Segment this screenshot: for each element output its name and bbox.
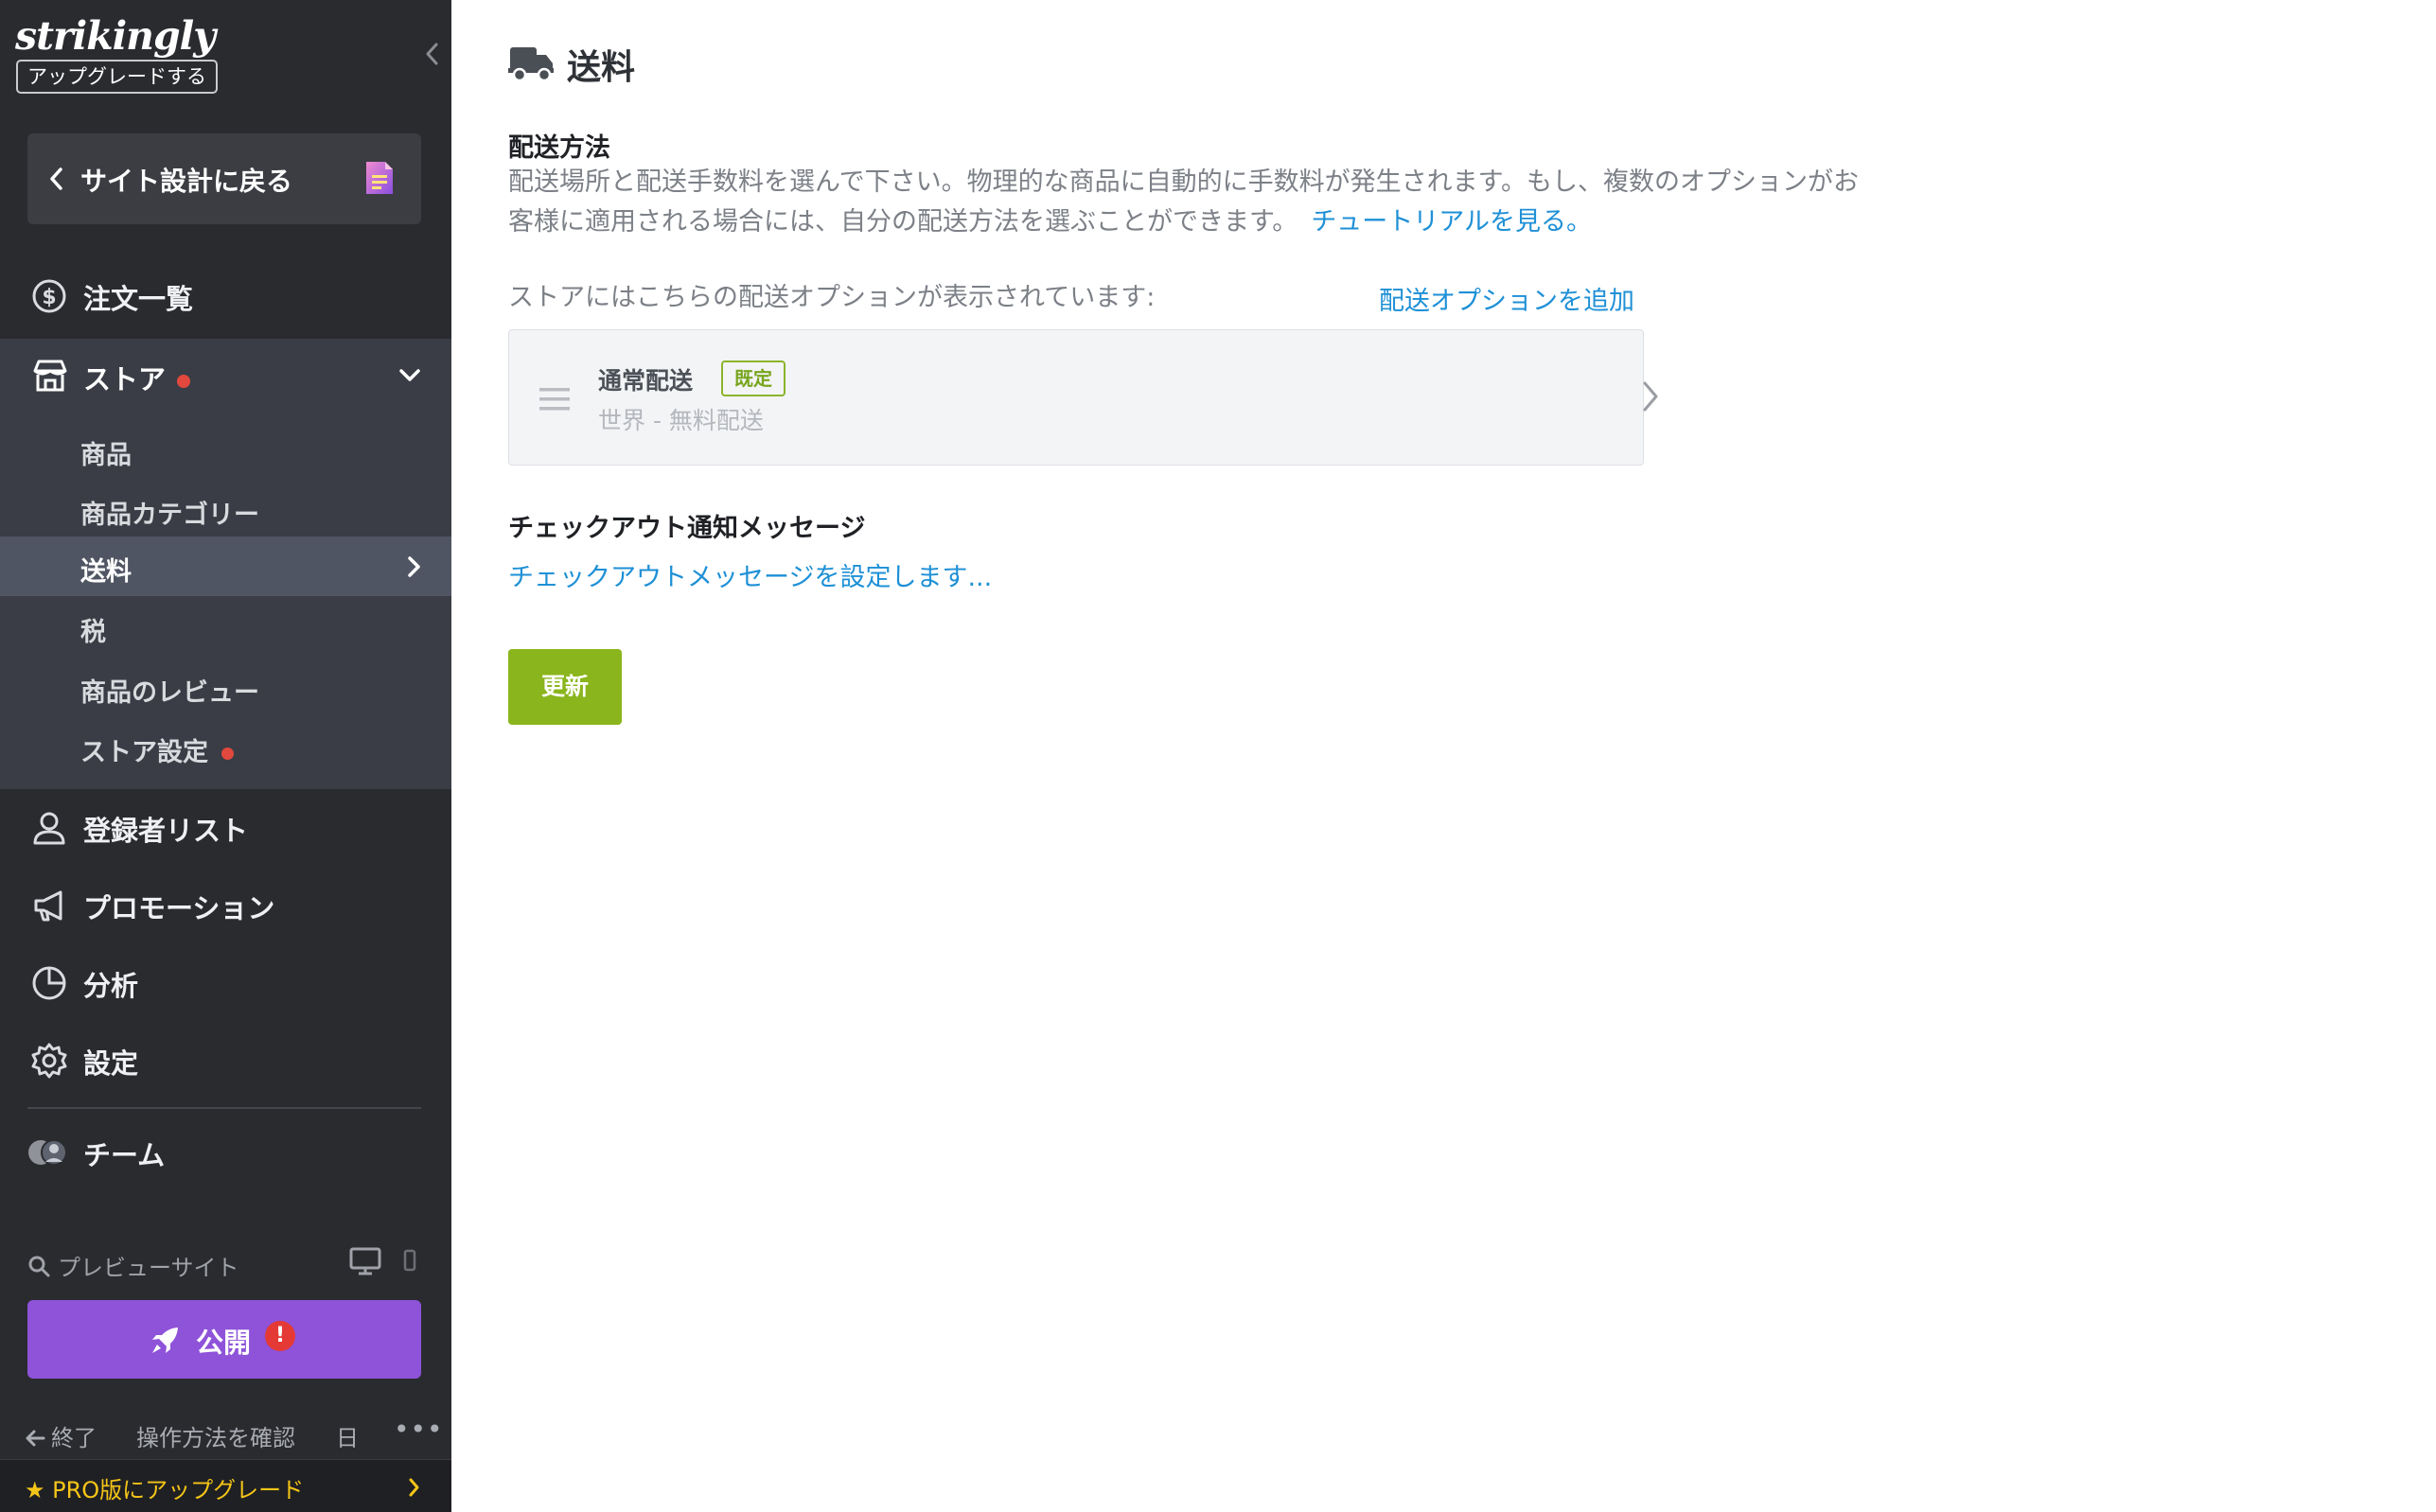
nav-settings[interactable]: 設定 — [0, 1023, 451, 1099]
nav-subscribers[interactable]: 登録者リスト — [0, 790, 451, 866]
back-to-site-editor-button[interactable]: サイト設計に戻る — [27, 133, 421, 224]
team-avatars-icon — [28, 1139, 67, 1166]
shipping-option-card[interactable]: 通常配送 既定 世界 - 無料配送 — [508, 329, 1658, 466]
store-item-tax[interactable]: 税 — [0, 597, 451, 657]
tutorial-link[interactable]: チュートリアルを見る。 — [1311, 207, 1592, 237]
store-item-label: 税 — [80, 618, 106, 647]
language-selector[interactable]: 日 — [336, 1419, 359, 1452]
sidebar-footer: 終了 操作方法を確認 日 ••• — [0, 1410, 451, 1457]
publish-button[interactable]: 公開 ! — [27, 1300, 421, 1379]
back-button-label: サイト設計に戻る — [80, 166, 293, 197]
store-notification-dot — [177, 375, 191, 388]
collapse-sidebar-button[interactable] — [422, 40, 443, 68]
upgrade-chip-button[interactable]: アップグレードする — [16, 60, 218, 94]
shipping-description-text: 配送場所と配送手数料を選んで下さい。物理的な商品に自動的に手数料が発生されます。… — [508, 167, 1859, 237]
chevron-left-icon — [426, 43, 438, 65]
store-item-store-settings[interactable]: ストア設定 — [0, 717, 451, 777]
nav-team[interactable]: チーム — [0, 1115, 451, 1190]
drag-handle-icon[interactable] — [539, 387, 570, 412]
svg-text:$: $ — [42, 286, 56, 309]
nav-orders-label: 注文一覧 — [83, 283, 194, 315]
update-button[interactable]: 更新 — [508, 649, 622, 725]
store-settings-notification-dot — [221, 747, 234, 760]
megaphone-icon — [34, 890, 62, 922]
shipping-method-heading: 配送方法 — [508, 133, 610, 163]
sidebar-divider — [27, 1107, 421, 1109]
nav-team-label: チーム — [83, 1139, 166, 1171]
store-item-categories[interactable]: 商品カテゴリー — [0, 480, 451, 539]
publish-alert-icon: ! — [265, 1321, 295, 1351]
exit-label: 終了 — [51, 1425, 97, 1451]
arrow-left-icon — [26, 1430, 45, 1447]
nav-store-text: ストア — [83, 363, 167, 396]
nav-analytics-label: 分析 — [83, 970, 139, 1002]
store-item-products[interactable]: 商品 — [0, 420, 451, 480]
store-item-label: 商品カテゴリー — [80, 501, 259, 530]
checkout-message-link[interactable]: チェックアウトメッセージを設定します... — [508, 556, 992, 593]
nav-subscribers-label: 登録者リスト — [83, 815, 249, 847]
store-item-label: ストア設定 — [80, 731, 234, 768]
store-section: ストア 商品 商品カテゴリー 送料 税 商品のレビュー ストア設定 — [0, 339, 451, 789]
main-content: 送料 配送方法 配送場所と配送手数料を選んで下さい。物理的な商品に自動的に手数料… — [451, 0, 2436, 1512]
shipping-option-detail: 世界 - 無料配送 — [598, 407, 764, 434]
chevron-right-icon — [409, 1478, 419, 1497]
shipping-options-caption: ストアにはこちらの配送オプションが表示されています: — [508, 283, 1156, 312]
nav-promotions[interactable]: プロモーション — [0, 868, 451, 943]
checkout-message-heading: チェックアウト通知メッセージ — [508, 514, 866, 543]
store-item-shipping[interactable]: 送料 — [0, 536, 451, 596]
person-icon — [33, 812, 65, 845]
storefront-icon — [33, 360, 67, 392]
gear-icon — [31, 1043, 67, 1079]
publish-label: 公開 — [196, 1327, 252, 1359]
store-item-reviews[interactable]: 商品のレビュー — [0, 658, 451, 717]
store-item-label: 送料 — [80, 557, 132, 587]
chevron-down-icon — [399, 369, 420, 381]
nav-promotions-label: プロモーション — [83, 892, 275, 924]
mobile-icon[interactable] — [403, 1249, 416, 1272]
preview-site[interactable]: プレビューサイト — [27, 1247, 425, 1285]
rocket-icon — [152, 1327, 178, 1353]
desktop-icon[interactable] — [349, 1247, 381, 1275]
pie-chart-icon — [32, 966, 66, 1000]
document-icon — [366, 162, 393, 194]
dollar-circle-icon: $ — [32, 279, 66, 313]
nav-store[interactable]: ストア — [0, 339, 451, 414]
default-badge: 既定 — [721, 360, 786, 396]
nav-store-label: ストア — [83, 358, 191, 397]
truck-icon — [508, 47, 554, 82]
pro-upgrade-label: ★ PRO版にアップグレード — [25, 1477, 305, 1503]
chevron-right-icon — [1643, 381, 1658, 412]
shipping-description: 配送場所と配送手数料を選んで下さい。物理的な商品に自動的に手数料が発生されます。… — [508, 163, 1871, 242]
search-icon — [28, 1256, 50, 1277]
nav-analytics[interactable]: 分析 — [0, 945, 451, 1021]
nav-settings-label: 設定 — [83, 1047, 139, 1080]
store-settings-text: ストア設定 — [80, 738, 208, 767]
shipping-option-name: 通常配送 — [598, 367, 694, 395]
more-options-button[interactable]: ••• — [394, 1414, 444, 1445]
page-title-text: 送料 — [567, 48, 636, 87]
nav-orders[interactable]: $ 注文一覧 — [0, 258, 451, 334]
store-item-label: 商品 — [80, 441, 132, 470]
pro-upgrade-bar[interactable]: ★ PRO版にアップグレード — [0, 1459, 451, 1512]
chevron-left-icon — [50, 167, 62, 190]
store-item-label: 商品のレビュー — [80, 678, 259, 708]
add-shipping-option-link[interactable]: 配送オプションを追加 — [1379, 280, 1634, 317]
preview-site-label: プレビューサイト — [58, 1255, 239, 1281]
exit-button[interactable]: 終了 — [25, 1419, 97, 1452]
chevron-right-icon — [408, 556, 420, 577]
sidebar: strikingly アップグレードする サイト設計に戻る $ 注文一覧 ストア… — [0, 0, 451, 1512]
how-to-link[interactable]: 操作方法を確認 — [136, 1419, 295, 1452]
strikingly-logo[interactable]: strikingly — [15, 13, 216, 59]
